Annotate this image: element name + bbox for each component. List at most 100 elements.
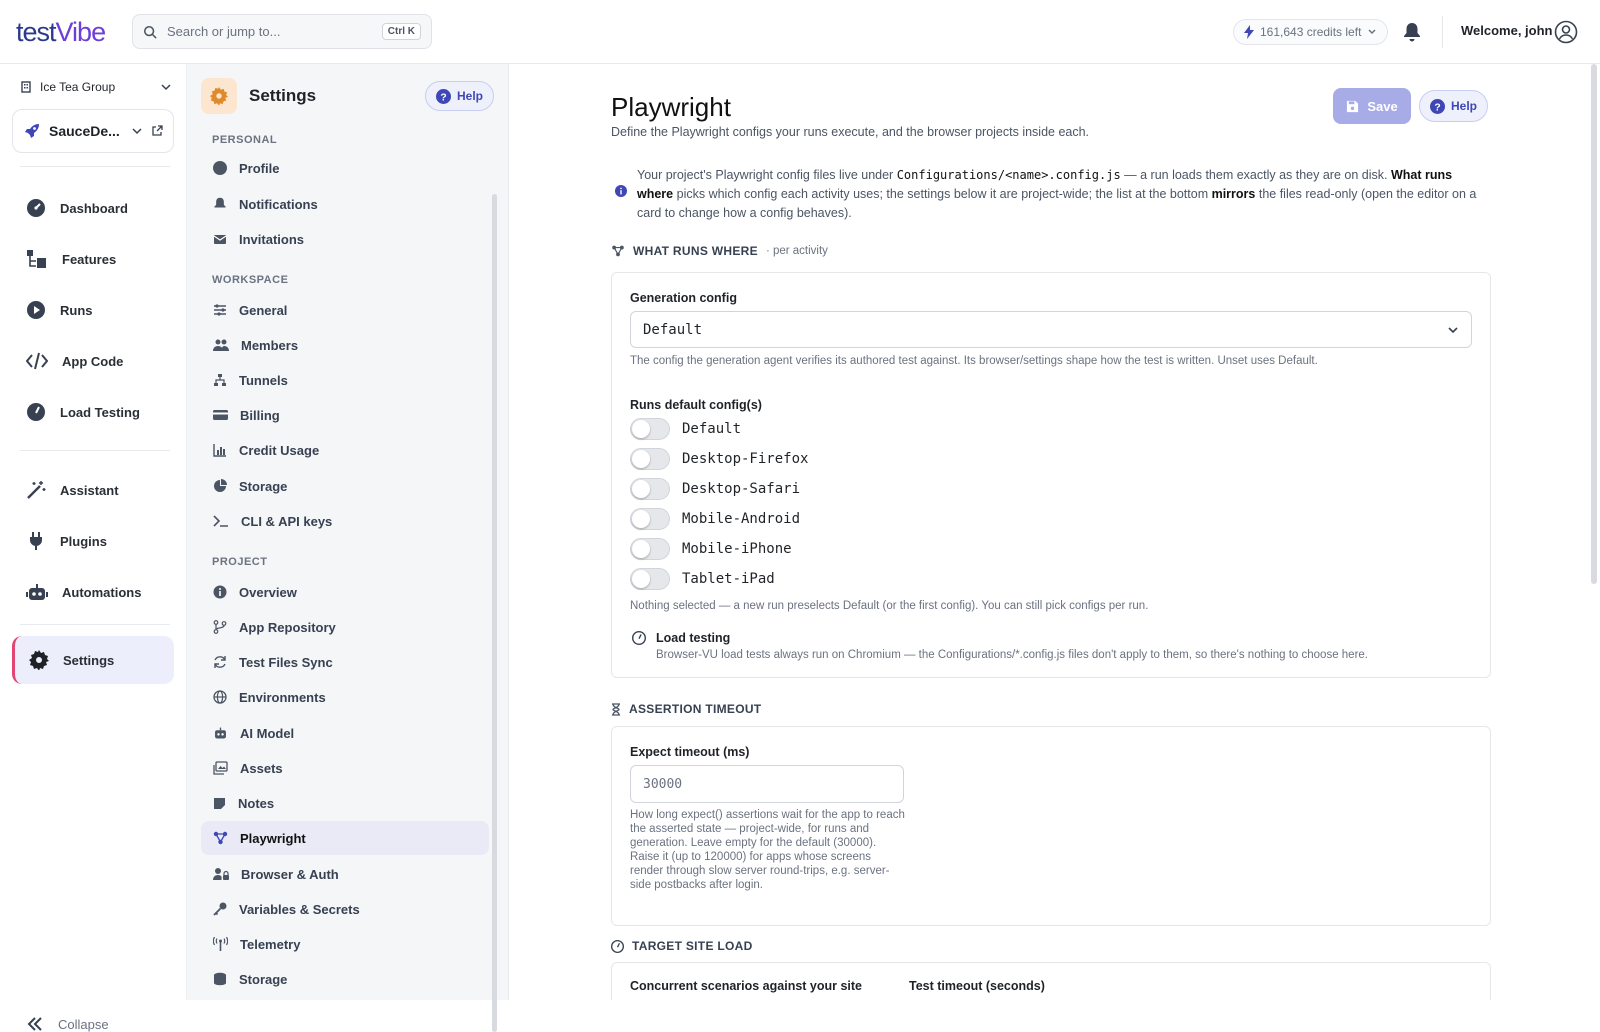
play-circle-icon (27, 301, 45, 319)
settings-item-label: Invitations (239, 231, 305, 247)
toggle-mobile-android[interactable]: Mobile-Android (630, 508, 800, 530)
credits-dropdown[interactable]: 161,643 credits left (1233, 19, 1389, 45)
nav-item-plugins[interactable]: Plugins (12, 519, 174, 563)
runs-default-config-label: Runs default config(s) (630, 398, 762, 412)
chevron-down-icon (1368, 29, 1376, 35)
settings-item-profile[interactable]: Profile (201, 151, 489, 185)
settings-item-ai-model[interactable]: AI Model (201, 716, 489, 750)
credits-label: 161,643 credits left (1260, 25, 1362, 39)
divider (20, 624, 170, 625)
note-icon (214, 797, 225, 809)
settings-item-app-repository[interactable]: App Repository (201, 610, 489, 644)
sliders-icon (214, 304, 226, 316)
settings-item-storage-project[interactable]: Storage (201, 962, 489, 996)
sync-icon (214, 656, 226, 668)
settings-header: Settings (201, 78, 316, 114)
section-note: · per activity (765, 245, 828, 257)
search-bar[interactable]: Search or jump to... Ctrl K (132, 14, 432, 49)
settings-item-notes[interactable]: Notes (201, 786, 489, 820)
expect-timeout-input[interactable]: 30000 (630, 765, 904, 803)
settings-item-test-files-sync[interactable]: Test Files Sync (201, 645, 489, 679)
code-icon (26, 352, 48, 370)
toggle-switch[interactable] (630, 568, 670, 590)
account-icon[interactable] (1554, 20, 1578, 44)
toggle-desktop-safari[interactable]: Desktop-Safari (630, 478, 800, 500)
settings-item-browser-auth[interactable]: Browser & Auth (201, 857, 489, 891)
app-logo[interactable]: test Vibe (16, 14, 106, 50)
toggle-switch[interactable] (630, 478, 670, 500)
nav-item-automations[interactable]: Automations (12, 570, 174, 614)
settings-item-general[interactable]: General (201, 293, 489, 327)
search-icon (143, 25, 157, 39)
settings-item-telemetry[interactable]: Telemetry (201, 927, 489, 961)
external-link-icon[interactable] (151, 125, 163, 137)
settings-item-variables-secrets[interactable]: Variables & Secrets (201, 892, 489, 926)
nav-item-load-testing[interactable]: Load Testing (12, 390, 174, 434)
toggle-mobile-iphone[interactable]: Mobile-iPhone (630, 538, 792, 560)
top-bar: test Vibe Search or jump to... Ctrl K 161… (0, 0, 1600, 64)
settings-item-invitations[interactable]: Invitations (201, 222, 489, 256)
org-selector[interactable]: Ice Tea Group (20, 80, 172, 94)
magic-wand-icon (27, 481, 46, 499)
settings-item-billing[interactable]: Billing (201, 398, 489, 432)
nav-item-assistant[interactable]: Assistant (12, 468, 174, 512)
network-icon (214, 374, 226, 386)
toggle-default[interactable]: Default (630, 418, 741, 440)
toggle-tablet-ipad[interactable]: Tablet-iPad (630, 568, 775, 590)
toggle-label: Default (682, 421, 742, 437)
help-label: Help (1451, 99, 1478, 113)
collapse-button[interactable]: Collapse (26, 1016, 109, 1032)
settings-item-label: Billing (240, 407, 280, 423)
generation-config-select[interactable]: Default (630, 311, 1472, 348)
settings-item-playwright[interactable]: Playwright (201, 821, 489, 855)
settings-item-assets[interactable]: Assets (201, 751, 489, 785)
toggle-switch[interactable] (630, 508, 670, 530)
section-title: WHAT RUNS WHERE (633, 244, 758, 258)
info-circle-icon (615, 185, 627, 197)
nav-item-dashboard[interactable]: Dashboard (12, 186, 174, 230)
nav-item-settings[interactable]: Settings (12, 636, 174, 684)
toggle-desktop-firefox[interactable]: Desktop-Firefox (630, 448, 808, 470)
gear-icon (29, 650, 49, 670)
settings-item-label: Environments (239, 689, 326, 705)
info-text-1: Your project's Playwright config files l… (637, 168, 897, 182)
info-text-3: picks which config each activity uses; t… (673, 187, 1212, 201)
load-testing-help: Browser-VU load tests always run on Chro… (656, 649, 1368, 661)
expect-timeout-help: How long expect() assertions wait for th… (630, 809, 905, 891)
globe-icon (213, 690, 227, 704)
nav-item-app-code[interactable]: App Code (12, 339, 174, 383)
svg-text:?: ? (440, 92, 446, 103)
credit-card-icon (213, 410, 228, 420)
settings-title: Settings (249, 86, 317, 105)
robot-icon (215, 727, 226, 739)
settings-scrollbar[interactable] (492, 194, 497, 1032)
toggle-switch[interactable] (630, 538, 670, 560)
toggle-switch[interactable] (630, 448, 670, 470)
main-scrollbar[interactable] (1591, 64, 1597, 584)
settings-item-members[interactable]: Members (201, 328, 489, 362)
section-label-personal: PERSONAL (212, 134, 278, 146)
page-help-button[interactable]: ? Help (1419, 90, 1489, 122)
chevron-down-icon (161, 84, 171, 91)
generation-config-value: Default (643, 321, 703, 338)
settings-item-overview[interactable]: Overview (201, 575, 489, 609)
save-button[interactable]: Save (1333, 88, 1411, 124)
settings-help-button[interactable]: ? Help (425, 81, 495, 111)
settings-item-environments[interactable]: Environments (201, 680, 489, 714)
nav-item-runs[interactable]: Runs (12, 288, 174, 332)
settings-item-credit-usage[interactable]: Credit Usage (201, 433, 489, 467)
bell-icon[interactable] (1403, 22, 1421, 42)
chevron-down-icon (132, 128, 142, 135)
settings-item-storage[interactable]: Storage (201, 469, 489, 503)
settings-item-notifications[interactable]: Notifications (201, 187, 489, 221)
settings-item-tunnels[interactable]: Tunnels (201, 363, 489, 397)
envelope-icon (213, 235, 227, 244)
divider (20, 450, 170, 451)
settings-item-label: Assets (240, 760, 283, 776)
project-selector[interactable]: SauceDe... (12, 109, 174, 153)
toggle-switch[interactable] (630, 418, 670, 440)
settings-item-cli-api-keys[interactable]: CLI & API keys (201, 504, 489, 538)
expect-timeout-label: Expect timeout (ms) (630, 745, 750, 759)
nav-item-features[interactable]: Features (12, 237, 174, 281)
chevron-down-icon (1448, 326, 1458, 333)
